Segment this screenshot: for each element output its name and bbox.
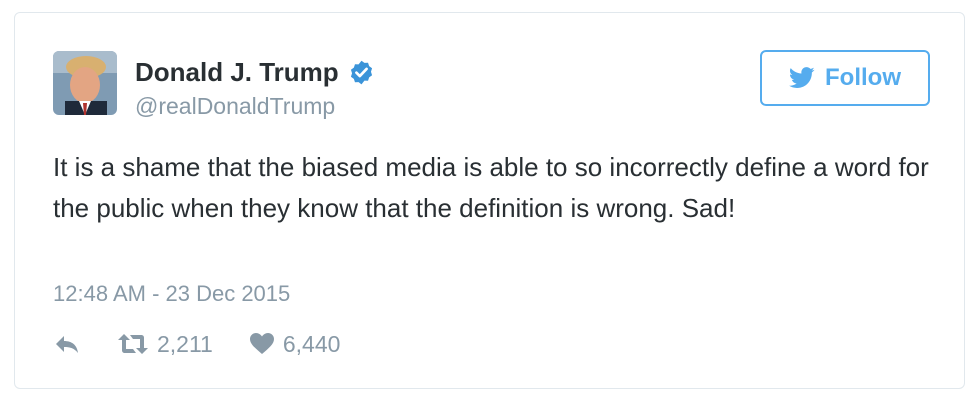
tweet-timestamp[interactable]: 12:48 AM - 23 Dec 2015 [53, 281, 290, 307]
retweet-icon [118, 334, 148, 354]
twitter-bird-icon [789, 67, 815, 88]
like-count: 6,440 [282, 330, 341, 357]
author-handle[interactable]: @realDonaldTrump [135, 93, 335, 120]
follow-button[interactable]: Follow [760, 50, 930, 106]
follow-label: Follow [825, 64, 901, 91]
author-row: Donald J. Trump [135, 55, 375, 89]
tweet-text: It is a shame that the biased media is a… [53, 152, 929, 223]
like-button[interactable]: 6,440 [249, 330, 341, 358]
tweet-actions: 2,211 6,440 [53, 327, 340, 361]
author-name[interactable]: Donald J. Trump [135, 57, 339, 88]
retweet-button[interactable]: 2,211 [117, 331, 213, 358]
reply-button[interactable] [53, 332, 81, 356]
heart-icon [249, 333, 274, 354]
reply-icon [56, 336, 78, 353]
retweet-count: 2,211 [157, 330, 213, 357]
verified-badge-icon [350, 60, 372, 84]
avatar[interactable] [53, 51, 117, 115]
tweet-card: Donald J. Trump @realDonaldTrump Follow … [14, 12, 965, 389]
avatar-image [53, 51, 117, 115]
